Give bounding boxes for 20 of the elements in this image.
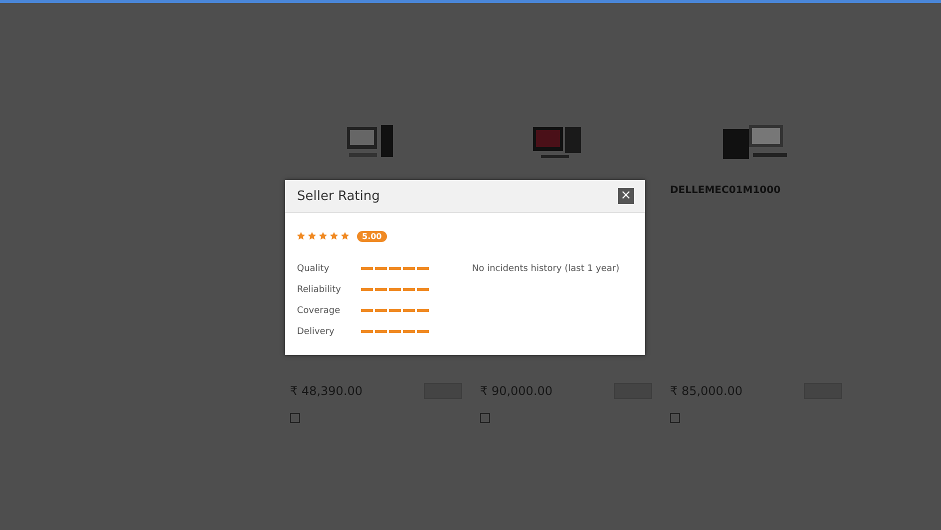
modal-title: Seller Rating (297, 188, 380, 204)
incident-note: No incidents history (last 1 year) (472, 264, 620, 276)
star-icon (330, 232, 338, 240)
criterion-label: Quality (297, 264, 330, 274)
close-button[interactable]: × (618, 188, 634, 204)
product-price: ₹ 48,390.00 (290, 384, 363, 398)
rating-badge: 5.00 (357, 230, 387, 242)
star-icon (308, 232, 316, 240)
compare-checkbox[interactable] (290, 413, 300, 423)
compare-checkbox[interactable] (480, 413, 490, 423)
product-price: ₹ 85,000.00 (670, 384, 743, 398)
star-icon (297, 232, 305, 240)
product-name: DELLEMEC01M1000 (670, 185, 782, 198)
product-price: ₹ 90,000.00 (480, 384, 553, 398)
criterion-label: Reliability (297, 284, 342, 294)
criterion-label: Coverage (297, 306, 342, 316)
star-icon (341, 232, 349, 240)
compare-checkbox[interactable] (670, 413, 680, 423)
star-icon (319, 232, 327, 240)
criterion-label: Delivery (297, 326, 336, 336)
